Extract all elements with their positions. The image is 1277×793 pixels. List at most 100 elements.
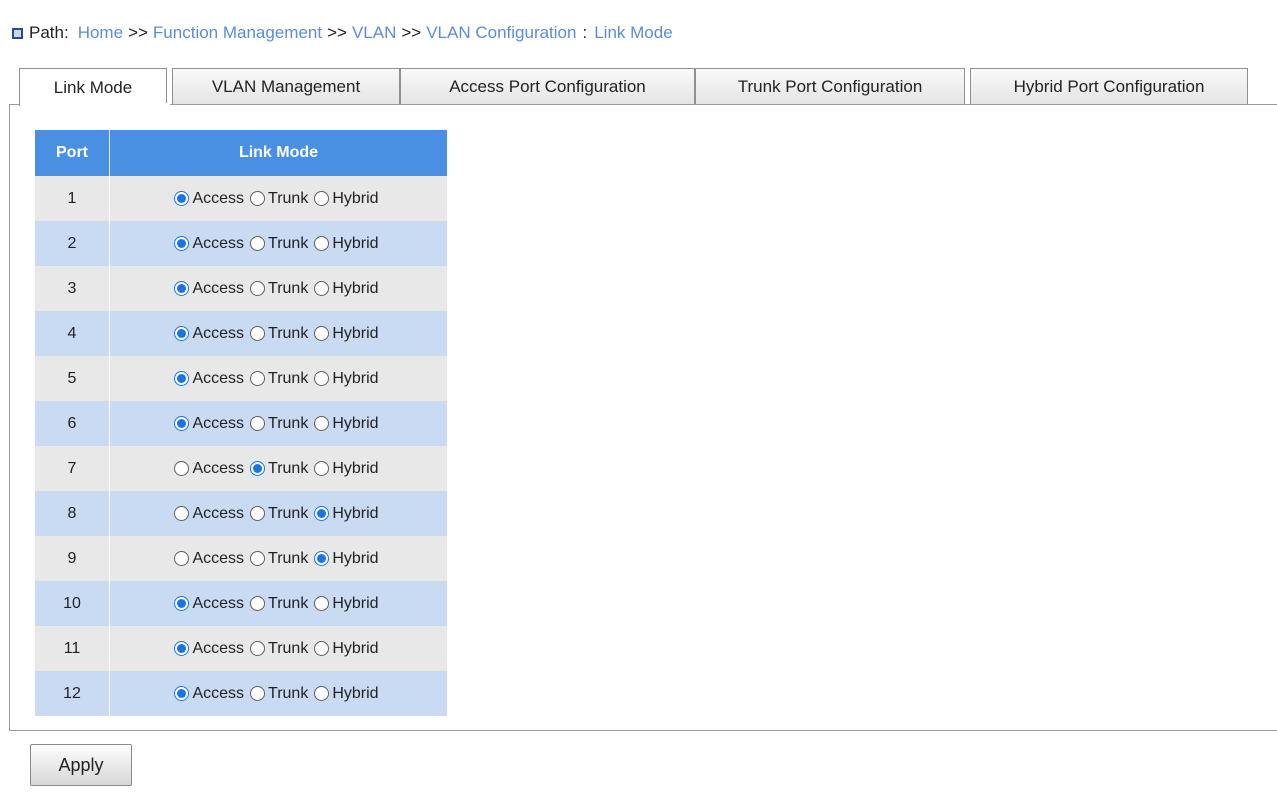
hybrid-radio[interactable] bbox=[314, 506, 330, 521]
mode-option-access[interactable]: Access bbox=[174, 415, 248, 433]
access-radio[interactable] bbox=[174, 236, 190, 251]
mode-option-trunk[interactable]: Trunk bbox=[250, 685, 312, 703]
access-radio[interactable] bbox=[174, 551, 190, 566]
link-mode-radio-group: Access Trunk Hybrid bbox=[110, 595, 447, 613]
breadcrumb: Path: Home >> Function Management >> VLA… bbox=[12, 20, 673, 46]
mode-option-access[interactable]: Access bbox=[174, 685, 248, 703]
hybrid-radio[interactable] bbox=[314, 686, 330, 701]
mode-option-access[interactable]: Access bbox=[174, 595, 248, 613]
mode-option-trunk[interactable]: Trunk bbox=[250, 415, 312, 433]
mode-option-hybrid[interactable]: Hybrid bbox=[314, 235, 382, 253]
access-radio[interactable] bbox=[174, 191, 190, 206]
trunk-radio[interactable] bbox=[250, 371, 266, 386]
apply-button[interactable]: Apply bbox=[30, 744, 132, 786]
mode-option-trunk[interactable]: Trunk bbox=[250, 505, 312, 523]
column-header-link-mode: Link Mode bbox=[109, 130, 447, 176]
hybrid-radio[interactable] bbox=[314, 371, 330, 386]
mode-option-trunk[interactable]: Trunk bbox=[250, 325, 312, 343]
access-radio[interactable] bbox=[174, 506, 190, 521]
mode-option-hybrid[interactable]: Hybrid bbox=[314, 595, 382, 613]
breadcrumb-function-management[interactable]: Function Management bbox=[153, 23, 322, 43]
mode-option-hybrid[interactable]: Hybrid bbox=[314, 325, 382, 343]
mode-option-access[interactable]: Access bbox=[174, 550, 248, 568]
access-label: Access bbox=[192, 594, 245, 612]
trunk-radio[interactable] bbox=[250, 191, 266, 206]
trunk-label: Trunk bbox=[268, 594, 309, 612]
hybrid-radio[interactable] bbox=[314, 641, 330, 656]
hybrid-radio[interactable] bbox=[314, 416, 330, 431]
access-radio[interactable] bbox=[174, 596, 190, 611]
mode-option-trunk[interactable]: Trunk bbox=[250, 235, 312, 253]
tab-trunk-port-configuration[interactable]: Trunk Port Configuration bbox=[695, 68, 965, 105]
mode-option-hybrid[interactable]: Hybrid bbox=[314, 685, 382, 703]
tab-link-mode[interactable]: Link Mode bbox=[19, 68, 167, 106]
access-radio[interactable] bbox=[174, 281, 190, 296]
hybrid-radio[interactable] bbox=[314, 281, 330, 296]
trunk-radio[interactable] bbox=[250, 461, 266, 476]
mode-option-access[interactable]: Access bbox=[174, 370, 248, 388]
table-body: 1 Access Trunk Hybrid 2 Access Trunk Hybrid 3 Acc… bbox=[35, 176, 447, 716]
mode-option-hybrid[interactable]: Hybrid bbox=[314, 550, 382, 568]
breadcrumb-home[interactable]: Home bbox=[78, 23, 123, 43]
link-mode-cell: Access Trunk Hybrid bbox=[109, 626, 447, 671]
access-label: Access bbox=[192, 414, 245, 432]
tab-hybrid-port-configuration[interactable]: Hybrid Port Configuration bbox=[970, 68, 1248, 105]
mode-option-trunk[interactable]: Trunk bbox=[250, 280, 312, 298]
hybrid-radio[interactable] bbox=[314, 236, 330, 251]
trunk-radio[interactable] bbox=[250, 416, 266, 431]
mode-option-hybrid[interactable]: Hybrid bbox=[314, 370, 382, 388]
access-radio[interactable] bbox=[174, 686, 190, 701]
trunk-radio[interactable] bbox=[250, 641, 266, 656]
hybrid-radio[interactable] bbox=[314, 326, 330, 341]
tab-vlan-management[interactable]: VLAN Management bbox=[172, 68, 400, 105]
access-radio[interactable] bbox=[174, 416, 190, 431]
mode-option-access[interactable]: Access bbox=[174, 190, 248, 208]
access-radio[interactable] bbox=[174, 371, 190, 386]
hybrid-label: Hybrid bbox=[332, 279, 379, 297]
mode-option-access[interactable]: Access bbox=[174, 460, 248, 478]
tab-access-port-configuration[interactable]: Access Port Configuration bbox=[400, 68, 695, 105]
mode-option-hybrid[interactable]: Hybrid bbox=[314, 415, 382, 433]
mode-option-access[interactable]: Access bbox=[174, 280, 248, 298]
mode-option-trunk[interactable]: Trunk bbox=[250, 595, 312, 613]
port-number: 2 bbox=[35, 221, 110, 266]
trunk-radio[interactable] bbox=[250, 326, 266, 341]
trunk-radio[interactable] bbox=[250, 281, 266, 296]
table-row: 4 Access Trunk Hybrid bbox=[35, 311, 447, 356]
breadcrumb-vlan-configuration[interactable]: VLAN Configuration bbox=[426, 23, 576, 43]
mode-option-trunk[interactable]: Trunk bbox=[250, 640, 312, 658]
trunk-radio[interactable] bbox=[250, 686, 266, 701]
mode-option-trunk[interactable]: Trunk bbox=[250, 190, 312, 208]
mode-option-hybrid[interactable]: Hybrid bbox=[314, 280, 382, 298]
hybrid-radio[interactable] bbox=[314, 596, 330, 611]
mode-option-hybrid[interactable]: Hybrid bbox=[314, 190, 382, 208]
mode-option-hybrid[interactable]: Hybrid bbox=[314, 460, 382, 478]
access-label: Access bbox=[192, 504, 245, 522]
hybrid-label: Hybrid bbox=[332, 549, 379, 567]
trunk-radio[interactable] bbox=[250, 506, 266, 521]
mode-option-trunk[interactable]: Trunk bbox=[250, 460, 312, 478]
trunk-label: Trunk bbox=[268, 324, 309, 342]
trunk-radio[interactable] bbox=[250, 236, 266, 251]
access-radio[interactable] bbox=[174, 641, 190, 656]
trunk-radio[interactable] bbox=[250, 551, 266, 566]
access-radio[interactable] bbox=[174, 461, 190, 476]
hybrid-radio[interactable] bbox=[314, 191, 330, 206]
access-radio[interactable] bbox=[174, 326, 190, 341]
hybrid-radio[interactable] bbox=[314, 551, 330, 566]
mode-option-access[interactable]: Access bbox=[174, 325, 248, 343]
hybrid-radio[interactable] bbox=[314, 461, 330, 476]
mode-option-access[interactable]: Access bbox=[174, 505, 248, 523]
mode-option-trunk[interactable]: Trunk bbox=[250, 370, 312, 388]
table-row: 7 Access Trunk Hybrid bbox=[35, 446, 447, 491]
breadcrumb-vlan[interactable]: VLAN bbox=[352, 23, 396, 43]
mode-option-access[interactable]: Access bbox=[174, 235, 248, 253]
mode-option-hybrid[interactable]: Hybrid bbox=[314, 505, 382, 523]
breadcrumb-link-mode[interactable]: Link Mode bbox=[594, 23, 672, 43]
table-row: 9 Access Trunk Hybrid bbox=[35, 536, 447, 581]
mode-option-trunk[interactable]: Trunk bbox=[250, 550, 312, 568]
mode-option-access[interactable]: Access bbox=[174, 640, 248, 658]
mode-option-hybrid[interactable]: Hybrid bbox=[314, 640, 382, 658]
trunk-radio[interactable] bbox=[250, 596, 266, 611]
table-row: 8 Access Trunk Hybrid bbox=[35, 491, 447, 536]
